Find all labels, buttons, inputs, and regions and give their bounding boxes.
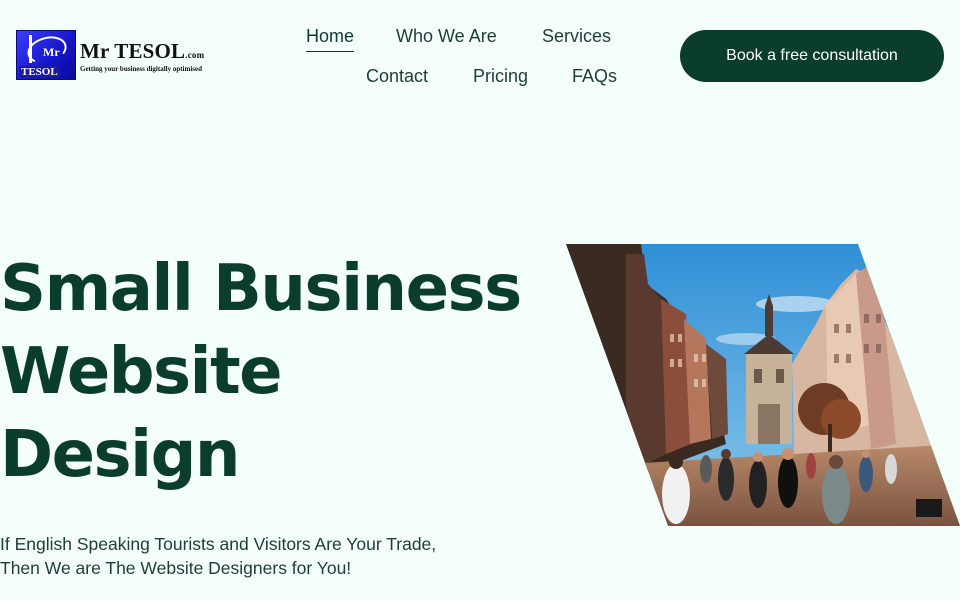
nav-faqs[interactable]: FAQs bbox=[572, 63, 617, 89]
main-nav: Home Who We Are Services Contact Pricing… bbox=[300, 22, 630, 102]
hero-title: Small Business Website Design bbox=[0, 248, 522, 497]
book-consultation-button[interactable]: Book a free consultation bbox=[680, 30, 944, 82]
hero-title-line: Design bbox=[0, 418, 240, 492]
nav-home[interactable]: Home bbox=[306, 23, 355, 52]
logo-name-text: Mr TESOL bbox=[80, 39, 186, 63]
logo-domain: .com bbox=[185, 50, 205, 60]
logo-tagline: Getting your business digitally optimise… bbox=[80, 65, 203, 73]
nav-contact[interactable]: Contact bbox=[366, 63, 428, 89]
logo-name: Mr TESOL.com bbox=[80, 39, 204, 64]
logo-mark-icon: Mr TESOL bbox=[16, 30, 76, 80]
site-logo[interactable]: Mr TESOL Mr TESOL.com Getting your busin… bbox=[16, 30, 226, 82]
nav-pricing[interactable]: Pricing bbox=[473, 63, 528, 89]
hero-title-line: Small Business bbox=[0, 252, 522, 326]
nav-services[interactable]: Services bbox=[542, 23, 611, 49]
nav-who-we-are[interactable]: Who We Are bbox=[396, 23, 497, 49]
city-street-photo bbox=[566, 244, 960, 526]
logo-mark-bottom: TESOL bbox=[19, 66, 60, 78]
hero-subtitle: If English Speaking Tourists and Visitor… bbox=[0, 534, 437, 578]
hero-title-line: Website bbox=[0, 335, 283, 409]
logo-mark-top: Mr bbox=[43, 45, 60, 59]
